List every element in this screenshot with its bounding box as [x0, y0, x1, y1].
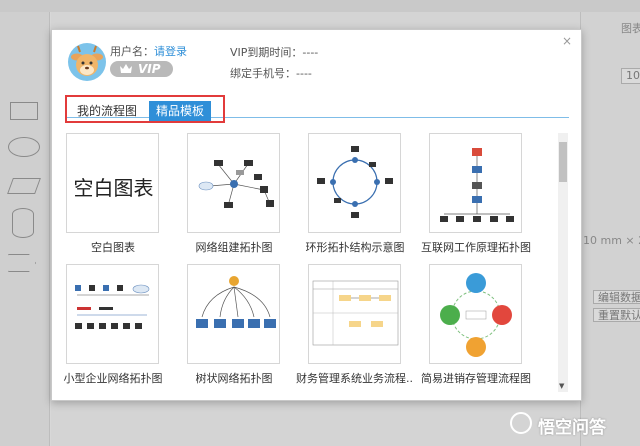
blank-chart-text: 空白图表 [73, 176, 154, 200]
template-card-ring-topology[interactable] [308, 133, 401, 233]
template-caption: 互联网工作原理拓扑图 [421, 241, 531, 254]
panel-title: 图表 [621, 22, 640, 35]
ellipse-shape[interactable] [8, 137, 40, 157]
tab-my-flowcharts[interactable]: 我的流程图 [70, 101, 144, 121]
template-card-small-business[interactable] [66, 264, 159, 364]
template-card-inventory-flow[interactable] [429, 264, 522, 364]
wukong-logo-icon [510, 412, 532, 434]
template-caption: 小型企业网络拓扑图 [63, 372, 163, 385]
edit-data-button[interactable]: 编辑数据 [593, 290, 640, 304]
vip-label: VIP [138, 62, 161, 76]
username-row: 用户名：请登录 [110, 43, 187, 59]
scroll-down-arrow-icon[interactable]: ▼ [559, 382, 564, 390]
scrollbar-thumb[interactable] [559, 142, 567, 182]
cylinder-shape[interactable] [12, 208, 34, 238]
network-topology-thumbnail [198, 160, 274, 208]
template-card-tree-network[interactable] [187, 264, 280, 364]
template-caption: 环形拓扑结构示意图 [305, 241, 405, 254]
finance-flow-thumbnail [312, 280, 399, 346]
tab-premium-templates[interactable]: 精品模板 [149, 101, 212, 121]
inventory-flow-thumbnail [440, 273, 512, 357]
reset-default-button[interactable]: 重置默认 [593, 308, 640, 322]
phone-binding: 绑定手机号：---- [230, 67, 312, 80]
template-caption: 网络组建拓扑图 [195, 241, 273, 254]
tree-network-thumbnail [196, 276, 276, 328]
close-icon[interactable]: × [562, 34, 572, 48]
app-toolbar [0, 0, 640, 12]
rectangle-shape[interactable] [10, 102, 38, 120]
ring-topology-thumbnail [317, 146, 393, 218]
vip-expiry: VIP到期时间：---- [230, 46, 319, 59]
username-label: 用户名： [110, 45, 154, 58]
vip-badge: VIP [110, 61, 173, 77]
template-card-blank[interactable]: 空白图表 [66, 133, 159, 233]
template-card-finance-flow[interactable] [308, 264, 401, 364]
template-caption: 简易进销存管理流程图 [421, 372, 531, 385]
arrow-shape[interactable] [8, 254, 36, 272]
shape-library-panel [0, 12, 50, 446]
page-size-field[interactable]: 10 [621, 68, 640, 84]
template-dialog: × 用户名：请登录 VIP VIP到期时间：---- 绑定手机号：---- 我的… [51, 29, 582, 401]
page-dimensions: 10 mm × 297 [583, 234, 640, 247]
template-caption: 空白图表 [91, 241, 135, 254]
internet-topology-thumbnail [440, 148, 514, 222]
format-panel: 图表 10 10 mm × 297 编辑数据 重置默认 [580, 12, 640, 446]
template-caption: 树状网络拓扑图 [195, 372, 273, 385]
watermark-text: 悟空问答 [538, 418, 606, 438]
template-card-network-build[interactable] [187, 133, 280, 233]
crown-icon [120, 64, 132, 73]
template-caption: 财务管理系统业务流程... [296, 372, 414, 385]
small-business-network-thumbnail [75, 284, 150, 329]
tab-bar: 我的流程图 精品模板 [65, 95, 225, 123]
avatar [68, 43, 106, 81]
template-card-internet-principle[interactable] [429, 133, 522, 233]
login-link[interactable]: 请登录 [154, 45, 187, 58]
parallelogram-shape[interactable] [7, 178, 41, 194]
template-grid: 空白图表 空白图表 网络组建拓扑图 环形拓扑结构示意图 互联网工作原理拓扑图 小… [64, 133, 550, 393]
